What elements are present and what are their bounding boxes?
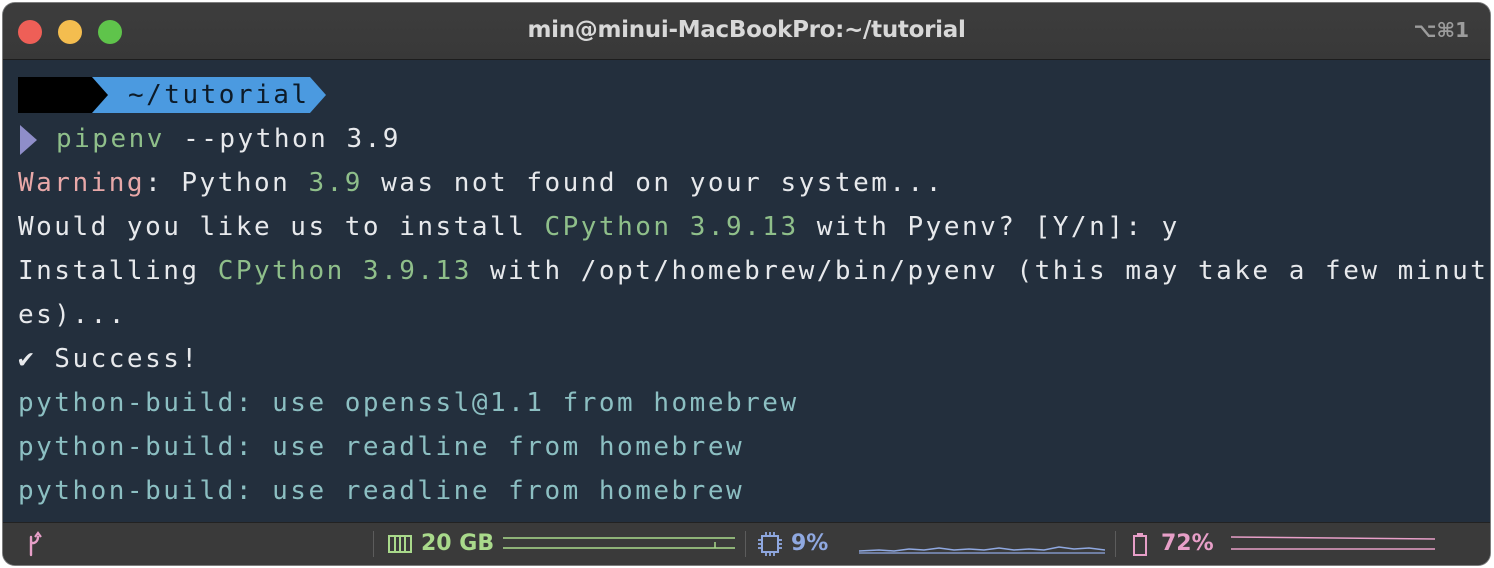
battery-value: 72% xyxy=(1161,531,1214,556)
output-cpython: CPython xyxy=(544,212,672,242)
output-text: with /opt/homebrew/bin/pyenv (this may t… xyxy=(471,256,1489,286)
git-branch-icon[interactable] xyxy=(25,523,43,565)
success-line: ✔ Success! xyxy=(18,344,200,374)
status-divider xyxy=(1115,531,1116,557)
output-line: python-build: use readline from homebrew xyxy=(18,476,745,506)
prompt-status-arrow xyxy=(92,77,108,113)
window-title: min@minui-MacBookPro:~/tutorial xyxy=(527,17,966,43)
output-text: Installing xyxy=(18,256,218,286)
battery-icon xyxy=(1131,523,1149,565)
output-line: python-build: use openssl@1.1 from homeb… xyxy=(18,388,799,418)
prompt-dir-arrow xyxy=(310,77,326,113)
warning-label: Warning xyxy=(18,168,146,198)
output-text: : Python xyxy=(145,168,309,198)
status-divider xyxy=(745,531,746,557)
prompt-arrow-icon xyxy=(20,124,37,155)
output-text: Would you like us to install xyxy=(18,212,545,242)
output-version: 3.9.13 xyxy=(362,256,472,286)
memory-icon xyxy=(387,523,413,565)
memory-value: 20 GB xyxy=(421,531,495,556)
cpu-icon xyxy=(757,523,783,565)
prompt-status-segment xyxy=(18,77,92,113)
battery-graph xyxy=(1231,536,1435,550)
output-text: was not found on your system... xyxy=(362,168,944,198)
command-line: pipenv --python 3.9 xyxy=(18,117,1490,161)
title-bar: min@minui-MacBookPro:~/tutorial ⌥⌘1 xyxy=(3,3,1490,60)
output-cpython: CPython xyxy=(217,256,345,286)
output-text: with Pyenv? [Y/n]: y xyxy=(798,212,1180,242)
output-version: 3.9.13 xyxy=(689,212,799,242)
memory-graph xyxy=(503,537,735,549)
status-bar: 20 GB 9% 72% xyxy=(3,522,1490,565)
prompt-directory: ~/tutorial xyxy=(128,80,310,110)
window-shortcut: ⌥⌘1 xyxy=(1413,18,1469,42)
output-line: Installing CPython 3.9.13 with /opt/home… xyxy=(18,249,1490,293)
output-line: python-build: use readline from homebrew xyxy=(18,432,745,462)
output-line: Would you like us to install CPython 3.9… xyxy=(18,205,1490,249)
terminal-window: min@minui-MacBookPro:~/tutorial ⌥⌘1 ⚡ ~/… xyxy=(3,3,1490,565)
terminal-output[interactable]: ⚡ ~/tutorial pipenv --python 3.9 Warning… xyxy=(18,73,1490,513)
output-line: es)... xyxy=(18,300,127,330)
status-divider xyxy=(373,531,374,557)
command-args: --python 3.9 xyxy=(164,124,401,154)
command-program: pipenv xyxy=(56,124,165,154)
cpu-value: 9% xyxy=(791,531,829,556)
cpu-graph xyxy=(859,546,1105,554)
prompt: ⚡ ~/tutorial xyxy=(18,73,1490,117)
output-version: 3.9 xyxy=(308,168,363,198)
output-line: Warning: Python 3.9 was not found on you… xyxy=(18,161,1490,205)
